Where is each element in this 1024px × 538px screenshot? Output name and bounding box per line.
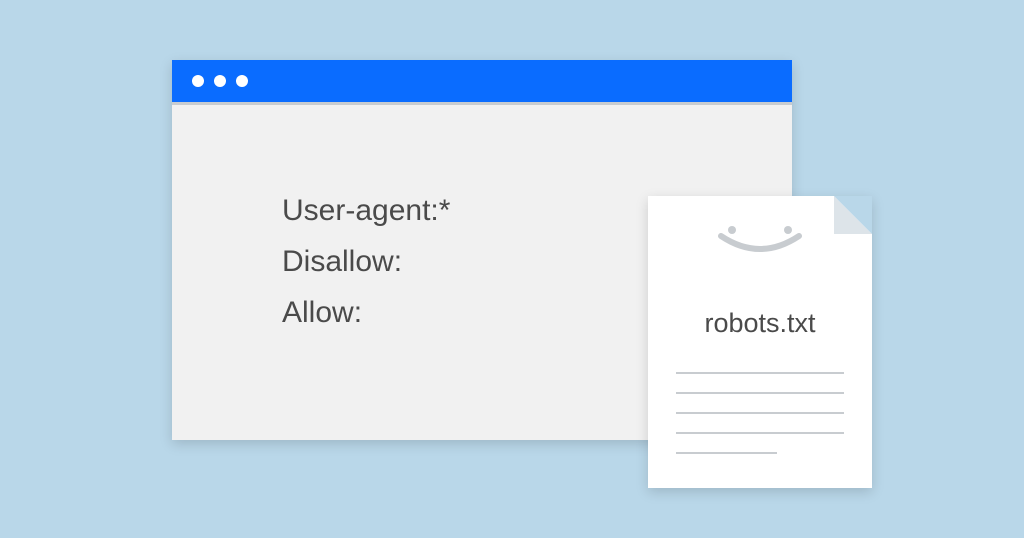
text-line-placeholder: [676, 372, 844, 374]
file-name-label: robots.txt: [648, 308, 872, 339]
smile-icon: [713, 224, 807, 262]
window-control-dot: [192, 75, 204, 87]
text-line-placeholder: [676, 412, 844, 414]
file-content-lines: [676, 372, 844, 472]
window-control-dot: [236, 75, 248, 87]
smiley-face-icon: [648, 226, 872, 262]
text-line-placeholder: [676, 392, 844, 394]
file-card: robots.txt: [648, 196, 872, 488]
window-control-dot: [214, 75, 226, 87]
title-bar: [172, 60, 792, 102]
text-line-placeholder: [676, 452, 777, 454]
text-line-placeholder: [676, 432, 844, 434]
